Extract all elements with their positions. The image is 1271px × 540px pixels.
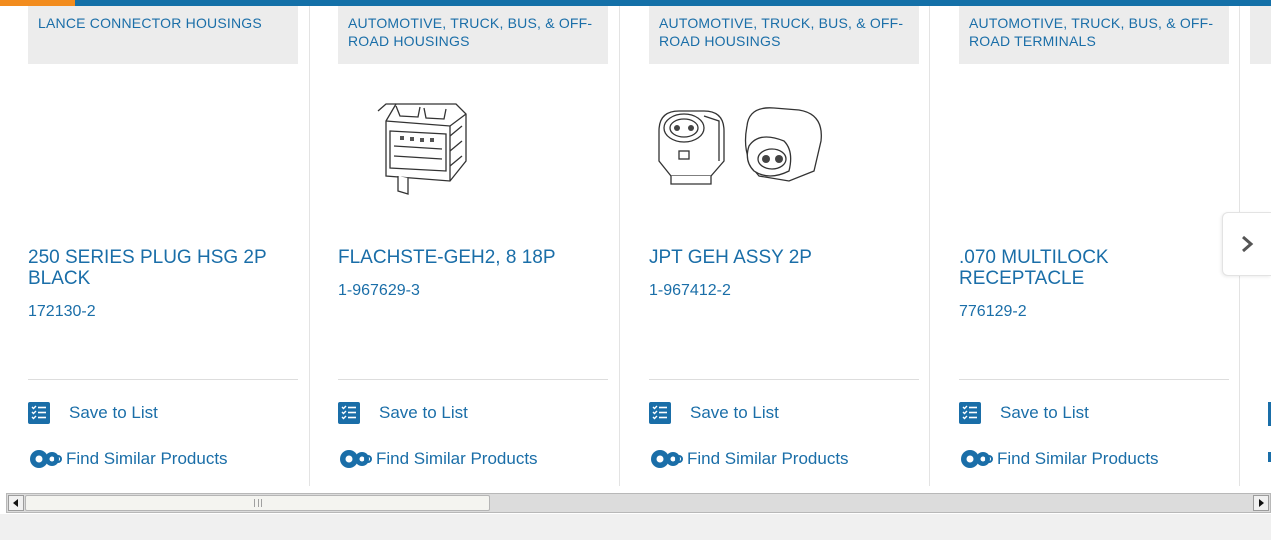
find-similar-button[interactable]: Find Similar Products (649, 447, 849, 471)
find-similar-label: Find Similar Products (687, 449, 849, 468)
product-part-number[interactable]: 1-967412-2 (649, 282, 731, 300)
product-card: LANCE CONNECTOR HOUSINGS 250 SERIES PLUG… (0, 6, 310, 486)
checklist-icon (959, 402, 981, 424)
find-similar-button[interactable]: Find Similar Products (338, 447, 538, 471)
save-to-list-label: Save to List (1000, 403, 1089, 422)
product-category[interactable]: AUTOMOTIVE, TRUCK, BUS, & OFF-ROAD TERMI… (959, 6, 1229, 64)
scrollbar-thumb[interactable] (25, 495, 490, 511)
product-part-number[interactable]: 1-967629-3 (338, 282, 420, 300)
save-to-list-button[interactable]: Save to List (649, 402, 779, 424)
product-category-partial (1250, 6, 1271, 64)
save-to-list-label: Save to List (379, 403, 468, 422)
product-image[interactable] (338, 76, 608, 226)
product-title[interactable]: 250 SERIES PLUG HSG 2P BLACK (28, 247, 298, 289)
product-part-number[interactable]: 172130-2 (28, 303, 96, 321)
gears-icon (649, 447, 685, 471)
product-card: AUTOMOTIVE, TRUCK, BUS, & OFF-ROAD TERMI… (930, 6, 1240, 486)
chevron-right-icon (1242, 235, 1254, 253)
scroll-left-arrow[interactable] (8, 495, 24, 511)
save-to-list-label: Save to List (69, 403, 158, 422)
carousel-next-button[interactable] (1222, 212, 1271, 276)
product-image-placeholder (28, 76, 298, 226)
product-category[interactable]: AUTOMOTIVE, TRUCK, BUS, & OFF-ROAD HOUSI… (649, 6, 919, 64)
card-divider-line (959, 379, 1229, 380)
product-card: AUTOMOTIVE, TRUCK, BUS, & OFF-ROAD HOUSI… (310, 6, 620, 486)
save-to-list-button[interactable]: Save to List (959, 402, 1089, 424)
save-to-list-button[interactable]: Save to List (28, 402, 158, 424)
card-divider-line (338, 379, 608, 380)
card-divider-line (649, 379, 919, 380)
product-title[interactable]: JPT GEH ASSY 2P (649, 247, 919, 268)
find-similar-label: Find Similar Products (376, 449, 538, 468)
checklist-icon (28, 402, 50, 424)
card-divider-line (28, 379, 298, 380)
product-category[interactable]: LANCE CONNECTOR HOUSINGS (28, 6, 298, 64)
find-similar-label: Find Similar Products (66, 449, 228, 468)
save-to-list-button[interactable]: Save to List (338, 402, 468, 424)
gears-icon (338, 447, 374, 471)
gears-icon (959, 447, 995, 471)
product-category[interactable]: AUTOMOTIVE, TRUCK, BUS, & OFF-ROAD HOUSI… (338, 6, 608, 64)
gears-icon (28, 447, 64, 471)
checklist-icon (649, 402, 671, 424)
horizontal-scrollbar[interactable] (6, 493, 1271, 513)
product-carousel: LANCE CONNECTOR HOUSINGS 250 SERIES PLUG… (0, 6, 1271, 486)
product-image[interactable] (649, 76, 919, 226)
product-image-placeholder (959, 76, 1229, 226)
checklist-icon (338, 402, 360, 424)
product-part-number[interactable]: 776129-2 (959, 303, 1027, 321)
find-similar-button[interactable]: Find Similar Products (959, 447, 1159, 471)
thumb-grip (254, 499, 262, 507)
find-similar-button[interactable]: Find Similar Products (28, 447, 228, 471)
page-footer-area (0, 514, 1271, 540)
scroll-right-arrow[interactable] (1253, 495, 1269, 511)
product-title[interactable]: FLACHSTE-GEH2, 8 18P (338, 247, 608, 268)
product-title[interactable]: .070 MULTILOCK RECEPTACLE (959, 247, 1229, 289)
save-to-list-label: Save to List (690, 403, 779, 422)
find-similar-label: Find Similar Products (997, 449, 1159, 468)
product-card: AUTOMOTIVE, TRUCK, BUS, & OFF-ROAD HOUSI… (620, 6, 930, 486)
